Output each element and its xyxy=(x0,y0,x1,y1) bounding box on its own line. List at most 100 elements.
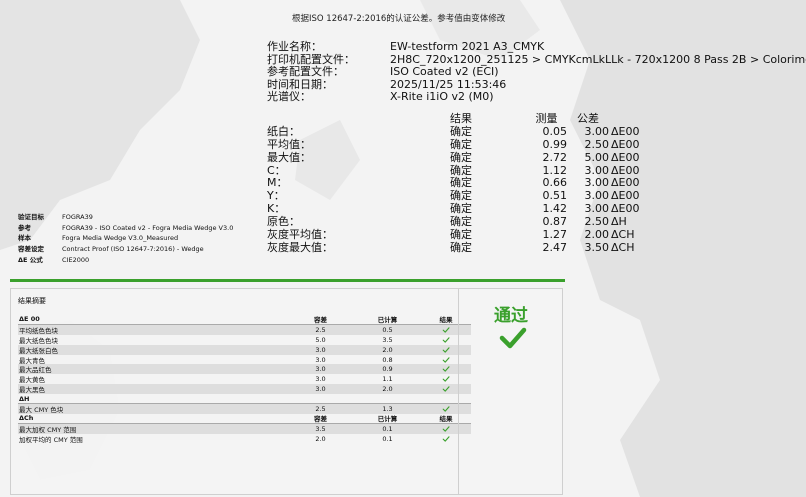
summary-measured: 1.1 xyxy=(382,375,393,384)
measurement-row: 平均值： 确定 0.99 2.50 ΔE00 xyxy=(267,137,657,152)
measure-unit: ΔCH xyxy=(611,228,635,242)
check-icon xyxy=(442,327,450,333)
measure-tolerance: 3.00 xyxy=(584,124,610,138)
info-value: ISO Coated v2 (ECI) xyxy=(390,65,499,79)
info-spectrometer: 光谱仪： X-Rite i1iO v2 (M0) xyxy=(267,91,806,104)
setting-row: 容差设定 Contract Proof (ISO 12647-7:2016) - … xyxy=(18,244,233,255)
check-icon xyxy=(499,327,527,349)
job-info: 作业名称： EW-testform 2021 A3_CMYK 打印机配置文件： 2H… xyxy=(267,40,806,104)
header-note: 根据ISO 12647-2:2016的认证公差。参考值由变体修改 xyxy=(292,14,506,24)
summary-target: 2.5 xyxy=(315,404,326,413)
summary-name: 最大黑色 xyxy=(19,386,45,395)
divider-line xyxy=(10,279,565,282)
summary-name: 最大青色 xyxy=(19,356,45,365)
pass-status: 通过 xyxy=(458,289,563,494)
header-measured: 测量 xyxy=(535,112,558,125)
info-datetime: 时间和日期： 2025/11/25 11:53:46 xyxy=(267,78,806,92)
measure-label: 灰度平均值： xyxy=(267,228,333,242)
measure-label: C： xyxy=(267,163,286,177)
measurement-row: 最大值： 确定 2.72 5.00 ΔE00 xyxy=(267,150,657,165)
measure-label: M： xyxy=(267,176,288,190)
measure-tolerance: 3.50 xyxy=(584,240,610,254)
summary-name: 最大纸色色块 xyxy=(19,336,58,345)
check-icon xyxy=(442,386,450,392)
summary-name: 加权平均的 CMY 范围 xyxy=(19,435,83,444)
measurement-table: 结果 测量 公差 纸白： 确定 0.05 3.00 ΔE00 平均值： 确定 0.99 2.50… xyxy=(267,112,657,255)
summary-target: 2.5 xyxy=(315,325,326,334)
summary-section-measured: 已计算 xyxy=(377,415,398,424)
setting-value: Fogra Media Wedge V3.0_Measured xyxy=(62,234,179,243)
summary-target: 3.0 xyxy=(315,355,326,364)
measure-tolerance: 2.00 xyxy=(584,228,610,242)
measure-value: 2.47 xyxy=(542,240,568,254)
info-label: 作业名称： xyxy=(267,40,322,53)
summary-section-target: 容差 xyxy=(314,316,327,325)
summary-name: 最大加权 CMY 范围 xyxy=(19,425,77,434)
summary-title: 结果摘要 xyxy=(18,297,46,305)
setting-label: 验证目标 xyxy=(18,213,44,221)
measure-result: 确定 xyxy=(450,150,472,164)
summary-row: 加权平均的 CMY 范围 2.0 0.1 xyxy=(18,434,471,444)
summary-name: 最大品红色 xyxy=(19,366,52,375)
measure-result: 确定 xyxy=(450,137,472,151)
check-icon xyxy=(442,406,450,412)
measurement-header: 结果 测量 公差 xyxy=(267,112,657,126)
info-value: X-Rite i1iO v2 (M0) xyxy=(390,90,494,104)
measure-unit: ΔCH xyxy=(611,240,635,254)
info-label: 光谱仪： xyxy=(267,90,311,104)
measure-result: 确定 xyxy=(450,228,472,242)
measure-label: 纸白： xyxy=(267,124,300,138)
summary-name: 平均纸色色块 xyxy=(19,326,58,335)
measure-result: 确定 xyxy=(450,240,472,254)
measurement-row: 灰度平均值： 确定 1.27 2.00 ΔCH xyxy=(267,228,657,242)
measurement-row: 灰度最大值： 确定 2.47 3.50 ΔCH xyxy=(267,240,657,255)
summary-measured: 2.0 xyxy=(382,385,393,394)
summary-row: 平均纸色色块 2.5 0.5 xyxy=(18,324,471,335)
measure-tolerance: 2.50 xyxy=(584,137,610,151)
setting-label: ΔE 公式 xyxy=(18,255,43,264)
summary-section-name: ΔCh xyxy=(19,414,34,423)
measure-unit: ΔE00 xyxy=(611,137,640,151)
measure-value: 1.27 xyxy=(542,228,568,242)
summary-row: 最大纸张白色 3.0 2.0 xyxy=(18,344,471,355)
setting-row: ΔE 公式 CIE2000 xyxy=(18,255,233,266)
summary-target: 3.5 xyxy=(315,424,326,433)
summary-row: 最大加权 CMY 范围 3.5 0.1 xyxy=(18,423,471,434)
summary-target: 3.0 xyxy=(315,345,326,354)
summary-name: 最大 CMY 色块 xyxy=(19,405,64,414)
setting-value: CIE2000 xyxy=(62,255,90,264)
summary-section-target: 容差 xyxy=(314,415,327,424)
summary-measured: 1.3 xyxy=(382,404,393,413)
measure-label: Y： xyxy=(267,189,285,203)
info-value: EW-testform 2021 A3_CMYK xyxy=(390,40,545,53)
summary-section-row: ΔE 00 容差 已计算 结果 xyxy=(18,315,471,325)
summary-section-measured: 已计算 xyxy=(377,316,398,325)
header-tolerance: 公差 xyxy=(577,112,599,125)
setting-label: 容差设定 xyxy=(18,245,44,254)
measure-unit: ΔE00 xyxy=(611,124,640,138)
check-icon xyxy=(442,366,450,373)
setting-row: 验证目标 FOGRA39 xyxy=(18,212,233,223)
check-icon xyxy=(442,346,450,353)
summary-measured: 0.1 xyxy=(382,424,393,433)
summary-section-row: ΔH xyxy=(18,394,471,405)
check-icon xyxy=(442,356,450,363)
summary-measured: 0.9 xyxy=(382,365,393,374)
check-icon xyxy=(442,426,450,432)
measure-label: 最大值： xyxy=(267,150,311,164)
measure-value: 2.72 xyxy=(542,150,568,164)
measure-label: 平均值： xyxy=(267,137,311,151)
summary-measured: 3.5 xyxy=(382,335,393,344)
measure-label: 灰度最大值： xyxy=(267,240,333,254)
measure-result: 确定 xyxy=(450,124,472,138)
summary-target: 3.0 xyxy=(315,375,326,384)
verification-settings: 验证目标 FOGRA39 参考 FOGRA39 - ISO Coated v2 - … xyxy=(18,212,233,266)
summary-target: 3.0 xyxy=(315,365,326,374)
info-reference-profile: 参考配置文件： ISO Coated v2 (ECI) xyxy=(267,66,806,79)
setting-row: 参考 FOGRA39 - ISO Coated v2 - Fogra Media … xyxy=(18,223,233,234)
summary-measured: 0.5 xyxy=(382,325,393,334)
check-icon xyxy=(442,336,450,343)
check-icon xyxy=(442,376,450,383)
setting-label: 参考 xyxy=(18,223,31,232)
info-job-name: 作业名称： EW-testform 2021 A3_CMYK xyxy=(267,40,806,54)
